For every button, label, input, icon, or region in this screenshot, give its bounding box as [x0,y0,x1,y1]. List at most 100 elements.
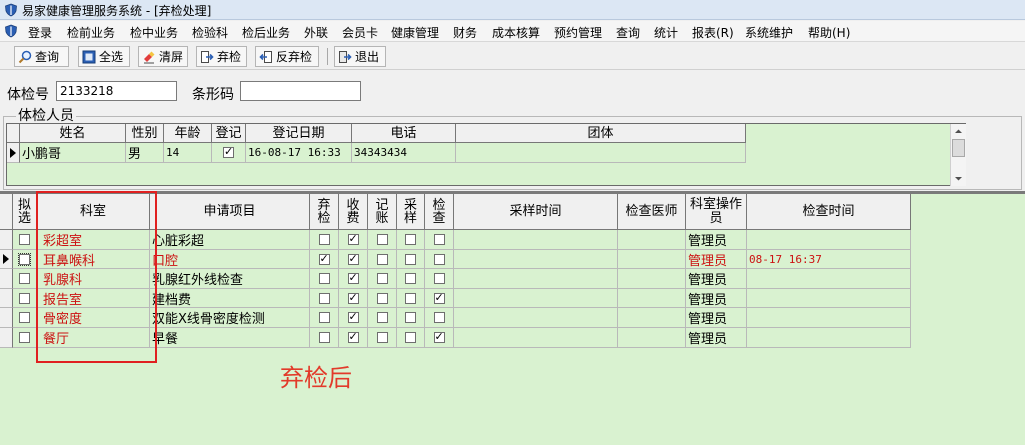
item-select-checkbox[interactable] [19,292,30,304]
item-operator-cell[interactable]: 管理员 [686,269,747,289]
menu-app-icon[interactable] [4,24,18,38]
item-check-time-cell[interactable]: 08-17 16:37 [747,250,911,269]
scroll-up-arrow-icon[interactable] [951,126,966,136]
item-sampled-cell[interactable] [397,289,425,308]
patient-header-registered[interactable]: 登记 [212,124,246,143]
menu-query[interactable]: 查询 [616,24,640,41]
item-sampled-checkbox[interactable] [405,312,416,323]
patient-phone-cell[interactable]: 34343434 [352,143,456,163]
item-charged-checkbox[interactable] [347,330,359,344]
item-abandoned-cell[interactable] [310,328,339,348]
item-operator-cell[interactable]: 管理员 [686,328,747,348]
patient-age-cell[interactable]: 14 [164,143,212,163]
item-billed-cell[interactable] [368,230,397,250]
patient-header-name[interactable]: 姓名 [20,124,126,143]
menu-lab[interactable]: 检验科 [192,24,228,41]
items-header-sampled[interactable]: 采样 [397,194,425,230]
item-sample-time-cell[interactable] [454,328,618,348]
patient-header-phone[interactable]: 电话 [352,124,456,143]
menu-help[interactable]: 帮助(H) [808,24,850,41]
item-item-cell[interactable]: 口腔 [150,250,310,269]
item-item-cell[interactable]: 心脏彩超 [150,230,310,250]
patient-vertical-scrollbar[interactable] [950,124,966,186]
menu-member-card[interactable]: 会员卡 [342,24,378,41]
item-charged-checkbox[interactable] [347,252,359,266]
items-header-billed[interactable]: 记账 [368,194,397,230]
item-checked-checkbox[interactable] [433,330,445,344]
item-operator-cell[interactable]: 管理员 [686,230,747,250]
item-select-cell[interactable] [13,230,37,250]
item-select-checkbox[interactable] [19,312,30,323]
item-abandoned-cell[interactable] [310,250,339,269]
item-abandoned-checkbox[interactable] [318,234,330,245]
patient-header-age[interactable]: 年龄 [164,124,212,143]
menu-in-exam[interactable]: 检中业务 [130,24,178,41]
item-sampled-cell[interactable] [397,250,425,269]
item-check-time-cell[interactable] [747,269,911,289]
item-operator-cell[interactable]: 管理员 [686,308,747,328]
item-billed-cell[interactable] [368,289,397,308]
items-header-charged[interactable]: 收费 [339,194,368,230]
item-abandoned-checkbox[interactable] [318,312,330,323]
item-sample-time-cell[interactable] [454,308,618,328]
item-sampled-cell[interactable] [397,230,425,250]
item-doctor-cell[interactable] [618,308,686,328]
menu-appointment[interactable]: 预约管理 [554,24,602,41]
items-header-check-time[interactable]: 检查时间 [747,194,911,230]
menu-system[interactable]: 系统维护 [745,24,793,41]
item-sample-time-cell[interactable] [454,230,618,250]
patient-registered-cell[interactable] [212,143,246,163]
item-select-cell[interactable] [13,328,37,348]
item-abandoned-cell[interactable] [310,269,339,289]
item-item-cell[interactable]: 乳腺红外线检查 [150,269,310,289]
item-billed-checkbox[interactable] [376,312,388,323]
patient-reg-date-cell[interactable]: 16-08-17 16:33 [246,143,352,163]
menu-reports[interactable]: 报表(R) [692,24,734,41]
items-header-sample-time[interactable]: 采样时间 [454,194,618,230]
patient-header-reg-date[interactable]: 登记日期 [246,124,352,143]
item-check-time-cell[interactable] [747,328,911,348]
select-all-button[interactable]: 全选 [78,46,130,67]
item-select-cell[interactable] [13,269,37,289]
item-checked-cell[interactable] [425,308,454,328]
item-sample-time-cell[interactable] [454,289,618,308]
item-checked-cell[interactable] [425,250,454,269]
scroll-down-arrow-icon[interactable] [951,174,966,184]
patient-header-group[interactable]: 团体 [456,124,746,143]
patient-header-gender[interactable]: 性别 [126,124,164,143]
clear-button[interactable]: 清屏 [138,46,188,67]
item-charged-checkbox[interactable] [347,310,359,324]
item-abandoned-cell[interactable] [310,308,339,328]
item-sampled-checkbox[interactable] [405,234,416,245]
item-check-time-cell[interactable] [747,289,911,308]
item-select-checkbox[interactable] [19,332,30,343]
item-billed-checkbox[interactable] [376,234,388,245]
item-sample-time-cell[interactable] [454,269,618,289]
patient-grid[interactable]: 姓名 性别 年龄 登记 登记日期 电话 团体 小鹏哥 男 14 16-08-17… [6,123,966,186]
items-header-abandoned[interactable]: 弃检 [310,194,339,230]
menu-post-exam[interactable]: 检后业务 [242,24,290,41]
item-billed-cell[interactable] [368,250,397,269]
menu-login[interactable]: 登录 [28,24,52,41]
scroll-thumb[interactable] [952,139,965,157]
item-charged-cell[interactable] [339,308,368,328]
item-billed-checkbox[interactable] [376,253,388,265]
item-charged-cell[interactable] [339,250,368,269]
item-doctor-cell[interactable] [618,269,686,289]
item-abandoned-cell[interactable] [310,289,339,308]
item-select-cell[interactable] [13,250,37,269]
item-doctor-cell[interactable] [618,250,686,269]
item-sampled-cell[interactable] [397,328,425,348]
item-abandoned-cell[interactable] [310,230,339,250]
item-checked-cell[interactable] [425,328,454,348]
patient-registered-checkbox[interactable] [223,145,234,159]
item-billed-checkbox[interactable] [376,273,388,284]
item-checked-checkbox[interactable] [433,273,445,284]
patient-name-cell[interactable]: 小鹏哥 [20,143,126,163]
items-header-doctor[interactable]: 检查医师 [618,194,686,230]
exit-button[interactable]: 退出 [334,46,386,67]
barcode-input[interactable] [240,81,361,101]
item-charged-cell[interactable] [339,289,368,308]
item-doctor-cell[interactable] [618,230,686,250]
item-billed-checkbox[interactable] [376,332,388,343]
